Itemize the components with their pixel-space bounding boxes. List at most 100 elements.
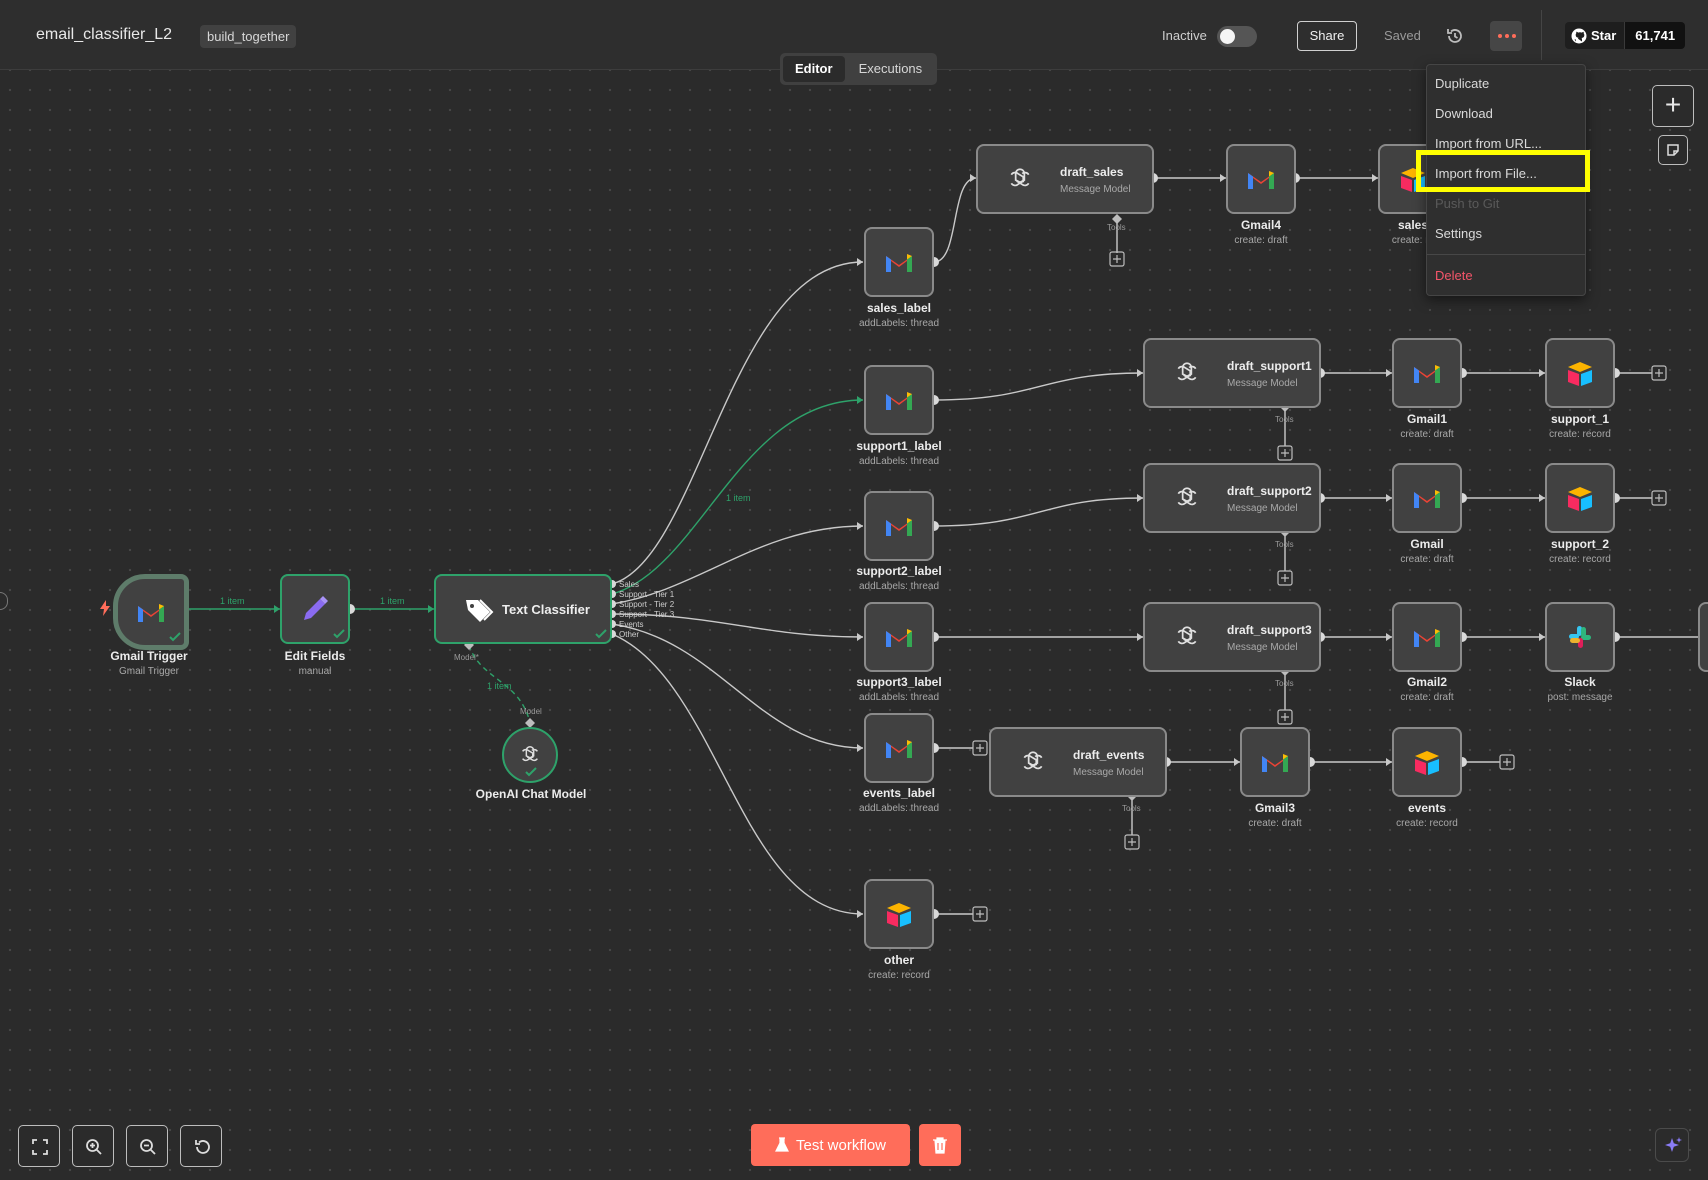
success-check-icon xyxy=(595,629,607,639)
tools-label: Tools xyxy=(1122,804,1141,813)
output-tier3: Support - Tier 3 xyxy=(619,610,675,619)
gmail-icon xyxy=(138,604,164,622)
openai-icon xyxy=(1177,626,1197,645)
node-title: draft_support1 xyxy=(1227,359,1312,373)
node-subtitle: Message Model xyxy=(1227,378,1298,389)
tools-label: Tools xyxy=(1275,679,1294,688)
reset-zoom-button[interactable] xyxy=(180,1125,222,1167)
fit-view-button[interactable] xyxy=(18,1125,60,1167)
node-title: draft_support3 xyxy=(1227,623,1312,637)
fullscreen-icon xyxy=(32,1139,48,1155)
gmail-icon xyxy=(886,518,912,536)
node-openai-chat-model[interactable] xyxy=(502,727,558,783)
zoom-in-button[interactable] xyxy=(72,1125,114,1167)
node-gmail-trigger[interactable] xyxy=(113,574,189,650)
node-other[interactable] xyxy=(864,879,934,949)
gmail-icon xyxy=(886,629,912,647)
gmail-icon xyxy=(886,392,912,410)
node-gmail3[interactable] xyxy=(1240,727,1310,797)
node-label: Gmail Trigger Gmail Trigger xyxy=(110,649,188,677)
node-support2-label[interactable] xyxy=(864,491,934,561)
add-node-button[interactable]: + xyxy=(1652,85,1694,127)
menu-item-import-file[interactable]: Import from File... xyxy=(1435,166,1537,181)
menu-item-download[interactable]: Download xyxy=(1435,106,1493,121)
gmail-icon xyxy=(886,740,912,758)
node-label: events create: record xyxy=(1396,801,1458,829)
node-events[interactable] xyxy=(1392,727,1462,797)
menu-item-duplicate[interactable]: Duplicate xyxy=(1435,76,1489,91)
node-text-classifier[interactable]: Text Classifier xyxy=(434,574,612,644)
menu-item-settings[interactable]: Settings xyxy=(1435,226,1482,241)
output-other: Other xyxy=(619,630,639,639)
menu-item-import-url[interactable]: Import from URL... xyxy=(1435,136,1542,151)
node-gmail2[interactable] xyxy=(1392,602,1462,672)
tag-icon xyxy=(466,599,494,622)
node-support3-label[interactable] xyxy=(864,602,934,672)
edge-label-2: 1 item xyxy=(380,596,405,606)
node-events-label[interactable] xyxy=(864,713,934,783)
gmail-icon xyxy=(1262,754,1288,772)
node-slack[interactable] xyxy=(1545,602,1615,672)
node-support1-label[interactable] xyxy=(864,365,934,435)
openai-icon xyxy=(1023,751,1043,770)
airtable-icon xyxy=(887,903,911,927)
success-check-icon xyxy=(525,767,537,777)
tools-label: Tools xyxy=(1275,415,1294,424)
node-draft-support3[interactable]: draft_support3 Message Model xyxy=(1143,602,1321,672)
node-gmail[interactable] xyxy=(1392,463,1462,533)
node-label: support2_label addLabels: thread xyxy=(856,564,942,592)
pencil-icon xyxy=(304,596,328,620)
airtable-icon xyxy=(1415,751,1439,775)
test-workflow-label: Test workflow xyxy=(795,1136,887,1154)
output-tier2: Support - Tier 2 xyxy=(619,600,675,609)
zoom-out-button[interactable] xyxy=(126,1125,168,1167)
node-label: support_1 create: record xyxy=(1549,412,1611,440)
output-sales: Sales xyxy=(619,580,639,589)
model-label: Model xyxy=(520,707,542,716)
gmail-icon xyxy=(1248,171,1274,189)
model-required-label: Model* xyxy=(454,653,479,662)
menu-item-push-to-git: Push to Git xyxy=(1435,196,1500,211)
node-draft-events[interactable]: draft_events Message Model xyxy=(989,727,1167,797)
node-support-2[interactable] xyxy=(1545,463,1615,533)
node-label: events_label addLabels: thread xyxy=(858,786,940,814)
node-label: Gmail4 create: draft xyxy=(1234,218,1288,246)
openai-icon xyxy=(1177,487,1197,506)
node-draft-support2[interactable]: draft_support2 Message Model xyxy=(1143,463,1321,533)
menu-item-delete[interactable]: Delete xyxy=(1435,268,1473,283)
node-label: support_2 create: record xyxy=(1549,537,1611,565)
edge-label-4: 1 item xyxy=(487,681,512,691)
node-label: Slack post: message xyxy=(1547,675,1613,703)
ai-assistant-button[interactable] xyxy=(1655,1128,1689,1162)
node-label: support1_label addLabels: thread xyxy=(856,439,942,467)
test-workflow-button[interactable]: Test workflow xyxy=(751,1124,910,1166)
sticky-note-icon[interactable] xyxy=(1658,135,1688,165)
node-label: Gmail create: draft xyxy=(1400,537,1454,565)
node-draft-sales[interactable]: draft_sales Message Model xyxy=(976,144,1154,214)
airtable-icon xyxy=(1401,168,1425,192)
tools-label: Tools xyxy=(1107,223,1126,232)
tools-label: Tools xyxy=(1275,540,1294,549)
node-sales-label[interactable] xyxy=(864,227,934,297)
node-label: Gmail3 create: draft xyxy=(1248,801,1302,829)
gmail-icon xyxy=(1414,365,1440,383)
node-offscreen[interactable] xyxy=(1698,602,1708,672)
node-draft-support1[interactable]: draft_support1 Message Model xyxy=(1143,338,1321,408)
output-tier1: Support - Tier 1 xyxy=(619,590,675,599)
node-title: draft_sales xyxy=(1060,165,1124,179)
openai-icon xyxy=(522,746,538,762)
gmail-icon xyxy=(1414,490,1440,508)
edge-label-1: 1 item xyxy=(220,596,245,606)
node-subtitle: Message Model xyxy=(1060,184,1131,195)
node-support-1[interactable] xyxy=(1545,338,1615,408)
airtable-icon xyxy=(1568,362,1592,386)
flask-icon xyxy=(775,1137,789,1152)
node-title: Text Classifier xyxy=(502,602,590,617)
output-events: Events xyxy=(619,620,643,629)
node-gmail4[interactable] xyxy=(1226,144,1296,214)
node-edit-fields[interactable] xyxy=(280,574,350,644)
airtable-icon xyxy=(1568,487,1592,511)
gmail-icon xyxy=(886,254,912,272)
clear-execution-button[interactable] xyxy=(919,1124,961,1166)
node-gmail1[interactable] xyxy=(1392,338,1462,408)
